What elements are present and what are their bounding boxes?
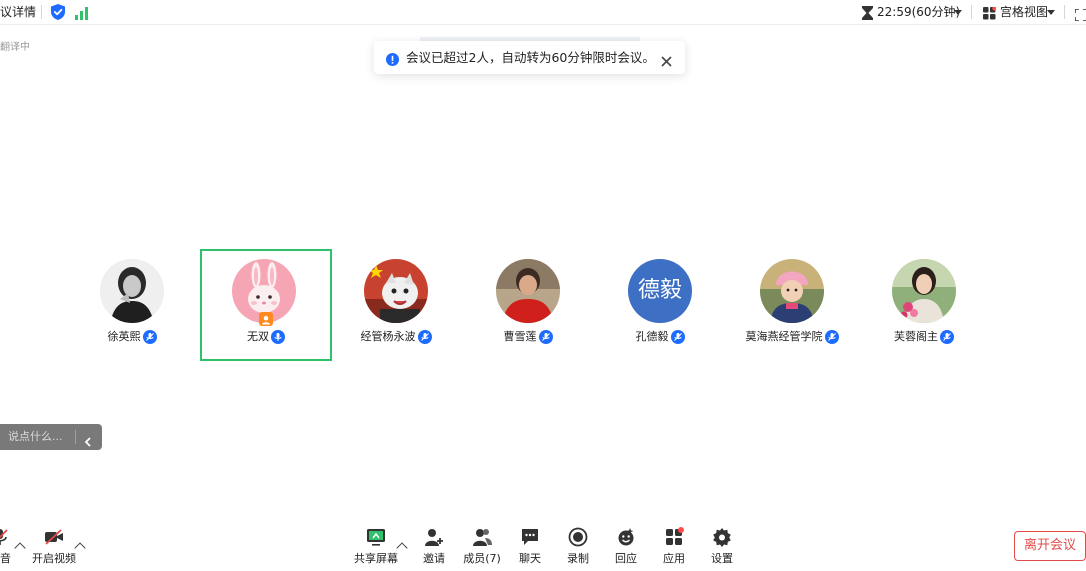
apps-icon — [664, 527, 684, 547]
participant-tile[interactable]: 芙蓉阁主 — [858, 249, 990, 361]
video-off-icon — [44, 527, 64, 547]
participant-name-row: 无双 — [202, 329, 330, 345]
participant-name-row: 经管杨永波 — [330, 329, 462, 345]
divider — [971, 5, 972, 19]
settings-button[interactable]: 设置 — [700, 527, 744, 567]
chat-placeholder: 说点什么... — [8, 430, 63, 443]
network-signal-icon[interactable] — [75, 5, 89, 20]
mic-muted-icon — [538, 330, 553, 344]
collapse-chevron-icon[interactable] — [84, 432, 92, 447]
participant-tile[interactable]: 曹雪莲 — [462, 249, 594, 361]
participant-name: 莫海燕经管学院 — [745, 330, 823, 343]
security-shield-icon[interactable] — [51, 4, 65, 20]
timer-dropdown-icon[interactable] — [954, 10, 962, 15]
chat-quick-input[interactable]: 说点什么... — [0, 424, 102, 450]
participant-tile[interactable]: 徐英熙 — [66, 249, 198, 361]
record-icon — [568, 527, 588, 547]
grid-view-icon[interactable] — [983, 5, 997, 20]
hourglass-icon — [862, 5, 873, 20]
view-mode-button[interactable]: 宫格视图 — [1000, 0, 1048, 24]
start-video-label: 开启视频 — [32, 552, 76, 565]
notification-toast: 会议已超过2人，自动转为60分钟限时会议。 — [374, 41, 685, 74]
avatar — [100, 259, 164, 323]
mic-muted-icon — [142, 330, 157, 344]
divider — [41, 5, 42, 19]
meeting-details-link[interactable]: 议详情 — [0, 0, 36, 24]
view-mode-dropdown-icon[interactable] — [1047, 10, 1055, 15]
settings-label: 设置 — [711, 552, 733, 565]
mic-muted-icon — [417, 330, 432, 344]
gear-icon — [712, 527, 732, 547]
chat-icon — [520, 527, 540, 547]
close-icon[interactable] — [661, 52, 672, 67]
avatar-text: 德毅 — [628, 259, 692, 323]
avatar — [892, 259, 956, 323]
share-screen-label: 共享屏幕 — [354, 552, 398, 565]
participant-tile-active[interactable]: 无双 — [200, 249, 332, 361]
mic-icon — [0, 527, 10, 547]
participant-name: 经管杨永波 — [360, 330, 416, 343]
participant-name: 芙蓉阁主 — [894, 330, 938, 343]
mic-muted-icon — [670, 330, 685, 344]
leave-meeting-button[interactable]: 离开会议 — [1014, 531, 1086, 561]
fullscreen-icon[interactable] — [1074, 6, 1086, 22]
participant-tile[interactable]: 经管杨永波 — [330, 249, 462, 361]
status-text: 翻译中 — [0, 42, 30, 53]
participant-name: 无双 — [247, 330, 269, 343]
participant-name-row: 徐英熙 — [66, 329, 198, 345]
mic-active-icon — [271, 330, 285, 344]
share-screen-icon — [366, 527, 386, 547]
divider — [1064, 5, 1065, 19]
mic-muted-icon — [824, 330, 839, 344]
avatar — [760, 259, 824, 323]
participant-name: 曹雪莲 — [503, 330, 537, 343]
top-bar: 议详情 22:59(60分钟) 宫格视图 — [0, 0, 1086, 25]
participant-name: 孔德毅 — [635, 330, 669, 343]
start-video-button[interactable]: 开启视频 — [32, 527, 76, 567]
participant-name-row: 芙蓉阁主 — [858, 329, 990, 345]
avatar — [496, 259, 560, 323]
participant-name-row: 曹雪莲 — [462, 329, 594, 345]
share-screen-button[interactable]: 共享屏幕 — [354, 527, 398, 567]
members-icon — [472, 527, 492, 547]
participant-name: 徐英熙 — [107, 330, 141, 343]
participant-name-row: 莫海燕经管学院 — [726, 329, 858, 345]
divider — [75, 430, 76, 444]
meeting-timer: 22:59(60分钟) — [877, 5, 961, 19]
participant-tile[interactable]: 德毅 孔德毅 — [594, 249, 726, 361]
host-badge-icon — [259, 312, 273, 326]
reaction-emoji-icon — [616, 527, 636, 547]
mic-muted-icon — [940, 330, 954, 344]
avatar — [364, 259, 428, 323]
participant-tile[interactable]: 莫海燕经管学院 — [726, 249, 858, 361]
invite-icon — [424, 527, 444, 547]
toast-message: 会议已超过2人，自动转为60分钟限时会议。 — [406, 50, 655, 65]
info-icon — [386, 51, 399, 66]
participant-name-row: 孔德毅 — [594, 329, 726, 345]
